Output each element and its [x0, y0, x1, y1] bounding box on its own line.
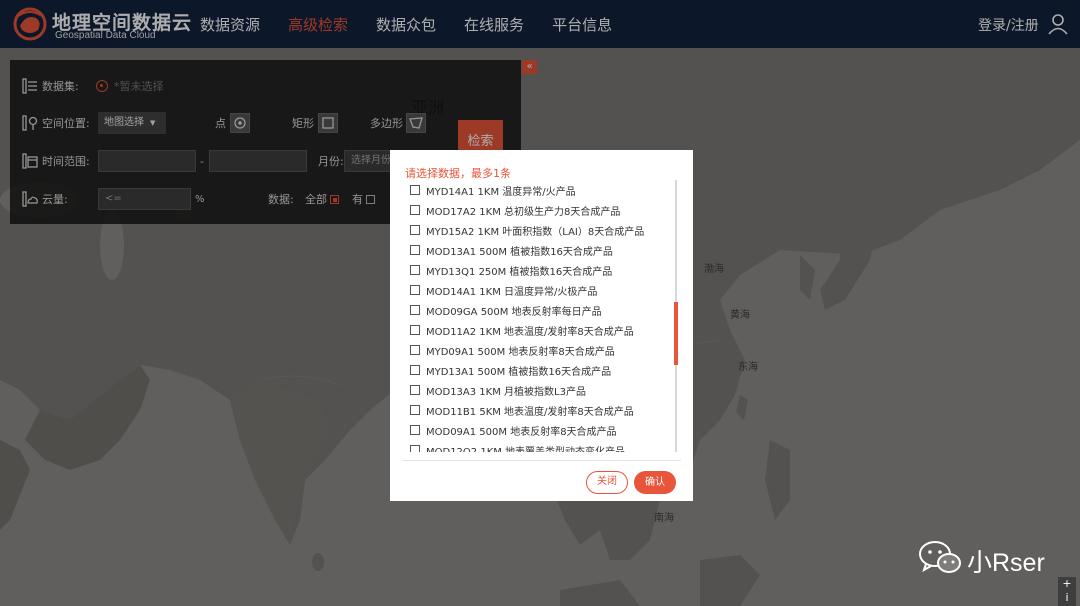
checkbox[interactable]	[410, 405, 420, 415]
list-item[interactable]: MOD13A1 500M 植被指数16天合成产品	[410, 240, 668, 260]
checkbox[interactable]	[410, 265, 420, 275]
checkbox[interactable]	[410, 245, 420, 255]
info-button[interactable]: i	[1058, 591, 1076, 605]
list-item[interactable]: MYD09A1 500M 地表反射率8天合成产品	[410, 340, 668, 360]
map-zoom-control: + i	[1058, 577, 1076, 606]
list-item-label: MOD09A1 500M 地表反射率8天合成产品	[426, 426, 617, 438]
watermark-text: 小Rser	[967, 549, 1045, 577]
list-item[interactable]: MYD13Q1 250M 植被指数16天合成产品	[410, 260, 668, 280]
list-item-label: MOD14A1 1KM 日温度异常/火极产品	[426, 286, 598, 298]
list-item[interactable]: MOD12Q2 1KM 地表覆盖类型动态变化产品	[410, 440, 668, 452]
list-item[interactable]: MOD13A3 1KM 月植被指数L3产品	[410, 380, 668, 400]
checkbox[interactable]	[410, 225, 420, 235]
checkbox[interactable]	[410, 345, 420, 355]
list-item-label: MYD09A1 500M 地表反射率8天合成产品	[426, 346, 615, 358]
confirm-button[interactable]: 确认	[634, 471, 676, 494]
close-button[interactable]: 关闭	[586, 471, 628, 494]
checkbox[interactable]	[410, 185, 420, 195]
list-item[interactable]: MYD13A1 500M 植被指数16天合成产品	[410, 360, 668, 380]
checkbox[interactable]	[410, 305, 420, 315]
list-item-label: MYD14A1 1KM 温度异常/火产品	[426, 186, 576, 198]
list-item[interactable]: MOD17A2 1KM 总初级生产力8天合成产品	[410, 200, 668, 220]
list-item-label: MOD11A2 1KM 地表温度/发射率8天合成产品	[426, 326, 634, 338]
list-item-label: MOD17A2 1KM 总初级生产力8天合成产品	[426, 206, 621, 218]
list-item-label: MOD13A1 500M 植被指数16天合成产品	[426, 246, 613, 258]
list-item[interactable]: MOD09A1 500M 地表反射率8天合成产品	[410, 420, 668, 440]
dialog-divider	[402, 460, 681, 461]
list-item-label: MYD13Q1 250M 植被指数16天合成产品	[426, 266, 613, 278]
checkbox[interactable]	[410, 365, 420, 375]
list-item[interactable]: MOD09GA 500M 地表反射率每日产品	[410, 300, 668, 320]
list-item-label: MYD15A2 1KM 叶面积指数（LAI）8天合成产品	[426, 226, 645, 238]
list-item-label: MOD09GA 500M 地表反射率每日产品	[426, 306, 602, 318]
zoom-in-button[interactable]: +	[1058, 577, 1076, 591]
scrollbar-thumb[interactable]	[674, 302, 678, 365]
dialog-title: 请选择数据，最多1条	[405, 167, 511, 180]
list-item[interactable]: MYD14A1 1KM 温度异常/火产品	[410, 180, 668, 200]
list-item[interactable]: MOD11B1 5KM 地表温度/发射率8天合成产品	[410, 400, 668, 420]
list-item[interactable]: MYD15A2 1KM 叶面积指数（LAI）8天合成产品	[410, 220, 668, 240]
list-item[interactable]: MOD11A2 1KM 地表温度/发射率8天合成产品	[410, 320, 668, 340]
checkbox[interactable]	[410, 205, 420, 215]
list-item-label: MOD11B1 5KM 地表温度/发射率8天合成产品	[426, 406, 634, 418]
checkbox[interactable]	[410, 425, 420, 435]
checkbox[interactable]	[410, 385, 420, 395]
list-item-label: MOD12Q2 1KM 地表覆盖类型动态变化产品	[426, 446, 626, 453]
dataset-select-dialog: 请选择数据，最多1条 MYD14A1 1KM 温度异常/火产品 MOD17A2 …	[390, 150, 693, 501]
checkbox[interactable]	[410, 285, 420, 295]
list-item[interactable]: MOD14A1 1KM 日温度异常/火极产品	[410, 280, 668, 300]
list-item-label: MOD13A3 1KM 月植被指数L3产品	[426, 386, 586, 398]
dataset-list: MYD14A1 1KM 温度异常/火产品 MOD17A2 1KM 总初级生产力8…	[410, 180, 668, 452]
wechat-icon	[919, 541, 961, 573]
checkbox[interactable]	[410, 325, 420, 335]
list-item-label: MYD13A1 500M 植被指数16天合成产品	[426, 366, 612, 378]
checkbox[interactable]	[410, 445, 420, 452]
